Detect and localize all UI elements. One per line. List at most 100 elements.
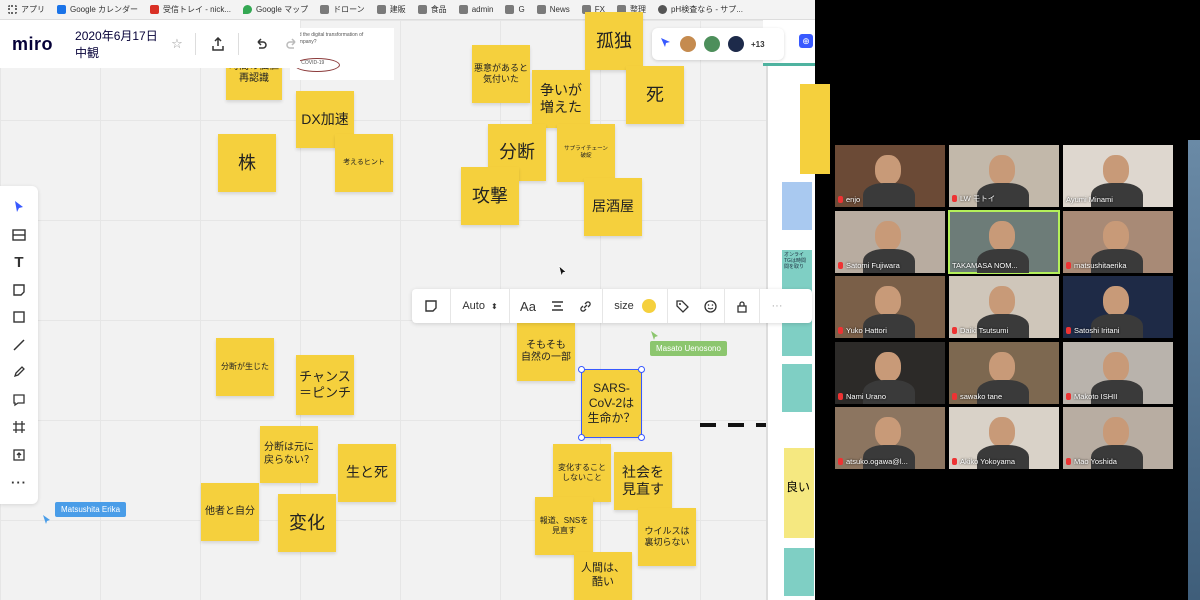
bookmark-folder-g[interactable]: G (505, 5, 525, 14)
muted-mic-icon (838, 392, 843, 400)
participant-tile[interactable]: Yuko Hattori (835, 276, 945, 338)
participant-name: Akiko Yokoyama (952, 457, 1015, 466)
sticky-note-partial[interactable] (784, 548, 814, 596)
more-options-button[interactable]: ··· (760, 300, 794, 312)
muted-mic-icon (952, 327, 957, 334)
font-size-select[interactable]: Auto ⬍ (451, 300, 509, 312)
link-icon[interactable] (568, 300, 602, 313)
board-title[interactable]: 2020年6月17日中観 (75, 27, 163, 61)
bookmark-folder-drone[interactable]: ドローン (320, 4, 365, 15)
cursor-follow-icon[interactable] (660, 37, 674, 51)
sticky-note[interactable]: 生と死 (338, 444, 396, 502)
tag-icon[interactable] (668, 299, 696, 313)
miro-logo[interactable]: miro (12, 34, 53, 55)
bookmark-apps[interactable]: アプリ (8, 4, 45, 15)
sticky-note-partial[interactable] (800, 84, 830, 174)
sticky-note-partial[interactable]: 良い (784, 448, 814, 538)
bookmark-folder-admin[interactable]: admin (458, 5, 493, 14)
frame-tool-icon[interactable] (8, 416, 30, 438)
note-color-swatch[interactable] (641, 299, 656, 313)
bookmark-folder-news[interactable]: News (536, 5, 570, 14)
star-icon[interactable]: ☆ (171, 36, 183, 52)
bookmark-label: G (518, 5, 525, 14)
sticky-note[interactable]: 人間は、 酷い (574, 552, 632, 600)
avatar[interactable] (702, 34, 722, 54)
participant-tile[interactable]: Daiki Tsutsumi (949, 276, 1059, 338)
resize-handle[interactable] (578, 366, 585, 373)
participant-tile[interactable]: Satomi Fujiwara (835, 210, 945, 273)
bookmark-gmail[interactable]: 受信トレイ - nick... (150, 4, 231, 15)
sticky-note[interactable]: 社会を 見直す (614, 452, 672, 510)
sticky-note[interactable]: 孤独 (585, 12, 643, 70)
bookmark-folder-food[interactable]: 食品 (417, 4, 447, 15)
participant-head (989, 417, 1015, 447)
sticky-note[interactable]: 他者と自分 (201, 483, 259, 541)
sticky-note[interactable]: 争いが 増えた (532, 70, 590, 128)
comment-icon[interactable] (8, 389, 30, 411)
participant-tile[interactable]: Nami Urano (835, 341, 945, 404)
participant-tile[interactable]: Mao Yoshida (1063, 407, 1173, 469)
resize-handle[interactable] (578, 434, 585, 441)
sticky-note[interactable]: 変化 (278, 494, 336, 552)
participant-tile[interactable]: Akiko Yokoyama (949, 407, 1059, 469)
upload-icon[interactable] (8, 444, 30, 466)
participant-tile[interactable]: LW モトイ (949, 145, 1059, 207)
question-card[interactable]: ed the digital transformation of ompany?… (290, 28, 394, 80)
participant-tile[interactable]: TAKAMASA NOM... (948, 209, 1060, 274)
sticky-note-icon[interactable] (8, 279, 30, 301)
participant-tile[interactable]: Satoshi Iritani (1063, 276, 1173, 338)
participant-tile[interactable]: matsushitaerika (1063, 210, 1173, 273)
sticky-note[interactable]: 株 (218, 134, 276, 192)
sticky-note[interactable]: 報道、SNSを 見直す (535, 497, 593, 555)
participant-tile[interactable]: Makoto ISHII (1063, 341, 1173, 404)
emoji-reaction-icon[interactable] (696, 299, 724, 313)
line-tool-icon[interactable] (8, 334, 30, 356)
participant-tile[interactable]: Ayumi Minami (1063, 145, 1173, 207)
share-upload-icon[interactable] (210, 34, 227, 54)
participant-tile[interactable]: atsuko.ogawa@l... (835, 407, 945, 469)
bookmark-google-maps[interactable]: Google マップ (243, 4, 308, 15)
select-cursor-icon[interactable] (8, 196, 30, 218)
bookmark-ph-test[interactable]: pH検査なら - サプ... (657, 4, 743, 15)
resize-handle[interactable] (638, 434, 645, 441)
avatar[interactable] (678, 34, 698, 54)
globe-icon[interactable]: ⊕ (799, 34, 813, 48)
font-style-button[interactable]: Aa (510, 299, 546, 314)
undo-icon[interactable] (253, 34, 270, 54)
shape-tool-icon[interactable] (8, 306, 30, 328)
sticky-note[interactable]: 居酒屋 (584, 178, 642, 236)
sticky-note[interactable]: サプライチェーン 破綻 (557, 124, 615, 182)
size-color-control[interactable]: size (603, 299, 667, 313)
participant-head (989, 155, 1015, 185)
board-frame-right[interactable]: オンライ TGは時間 間を取り 良い (766, 66, 830, 600)
text-tool-icon[interactable]: T (8, 251, 30, 273)
sticky-note[interactable]: 分断は元に 戻らない？ (260, 426, 318, 483)
sticky-note[interactable]: ウイルスは 裏切らない (638, 508, 696, 566)
collaborators-bar: +13 (652, 28, 784, 60)
more-collaborators-count[interactable]: +13 (751, 40, 765, 49)
sticky-note[interactable]: そもそも 自然の一部 (517, 323, 575, 381)
redo-icon[interactable] (283, 34, 300, 54)
sticky-note[interactable]: チャンス ＝ピンチ (296, 355, 354, 415)
sticky-note[interactable]: 死 (626, 66, 684, 124)
participant-tile[interactable]: sawako tane (949, 341, 1059, 404)
sticky-note[interactable]: 分断が生じた (216, 338, 274, 396)
resize-handle[interactable] (638, 366, 645, 373)
participant-head (875, 417, 901, 447)
sticky-note[interactable]: 変化することしないこと (553, 444, 611, 502)
sticky-note-partial[interactable] (782, 364, 812, 412)
bookmark-folder-kenpan[interactable]: 建販 (376, 4, 406, 15)
sticky-note[interactable]: 考えるヒント (335, 134, 393, 192)
templates-icon[interactable] (8, 224, 30, 246)
sticky-note-icon[interactable] (412, 299, 450, 313)
align-text-icon[interactable] (546, 300, 568, 312)
pen-tool-icon[interactable] (8, 361, 30, 383)
lock-icon[interactable] (725, 300, 759, 313)
bookmark-google-calendar[interactable]: Google カレンダー (57, 4, 138, 15)
sticky-note[interactable]: 悪意があると 気付いた (472, 45, 530, 103)
avatar[interactable] (726, 34, 746, 54)
sticky-note[interactable]: 攻撃 (461, 167, 519, 225)
more-tools-icon[interactable]: ··· (8, 471, 30, 493)
participant-tile[interactable]: enjo (835, 145, 945, 207)
sticky-note-partial[interactable] (782, 182, 812, 230)
